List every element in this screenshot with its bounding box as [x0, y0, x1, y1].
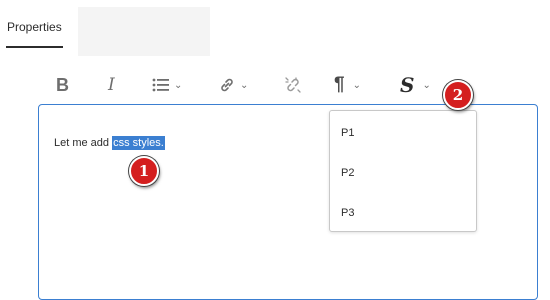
- link-button[interactable]: ⌄: [218, 70, 248, 100]
- annotation-marker-1: 1: [129, 156, 159, 186]
- style-icon: S: [400, 73, 415, 97]
- tab-properties[interactable]: Properties: [6, 16, 63, 48]
- bold-icon: B: [56, 74, 69, 95]
- italic-button[interactable]: I: [108, 70, 115, 100]
- editor-toolbar: B I ⌄ ⌄ ¶ ⌄ S ⌄: [44, 70, 464, 100]
- annotation-marker-2: 2: [443, 80, 473, 110]
- paragraph-button[interactable]: ¶ ⌄: [334, 70, 361, 100]
- dropdown-item-p3[interactable]: P3: [341, 207, 354, 219]
- dropdown-item-p2[interactable]: P2: [341, 167, 354, 179]
- italic-icon: I: [108, 75, 115, 95]
- chevron-down-icon: ⌄: [352, 79, 361, 91]
- unlink-icon: [285, 77, 301, 93]
- editor-content[interactable]: Let me add css styles.: [54, 136, 165, 150]
- list-button[interactable]: ⌄: [152, 70, 182, 100]
- selected-text[interactable]: css styles.: [112, 136, 165, 150]
- paragraph-icon: ¶: [334, 74, 345, 95]
- tab-empty-area: [78, 7, 210, 56]
- list-icon: [152, 78, 169, 92]
- chevron-down-icon: ⌄: [240, 79, 249, 91]
- editor-text-plain: Let me add: [54, 137, 113, 149]
- style-button[interactable]: S ⌄: [400, 70, 431, 100]
- chevron-down-icon: ⌄: [422, 79, 431, 91]
- chevron-down-icon: ⌄: [174, 79, 183, 91]
- style-dropdown-menu: P1 P2 P3: [329, 110, 477, 232]
- unlink-button[interactable]: [284, 70, 302, 100]
- link-icon: [221, 78, 233, 92]
- dropdown-item-p1[interactable]: P1: [341, 127, 354, 139]
- bold-button[interactable]: B: [56, 70, 69, 100]
